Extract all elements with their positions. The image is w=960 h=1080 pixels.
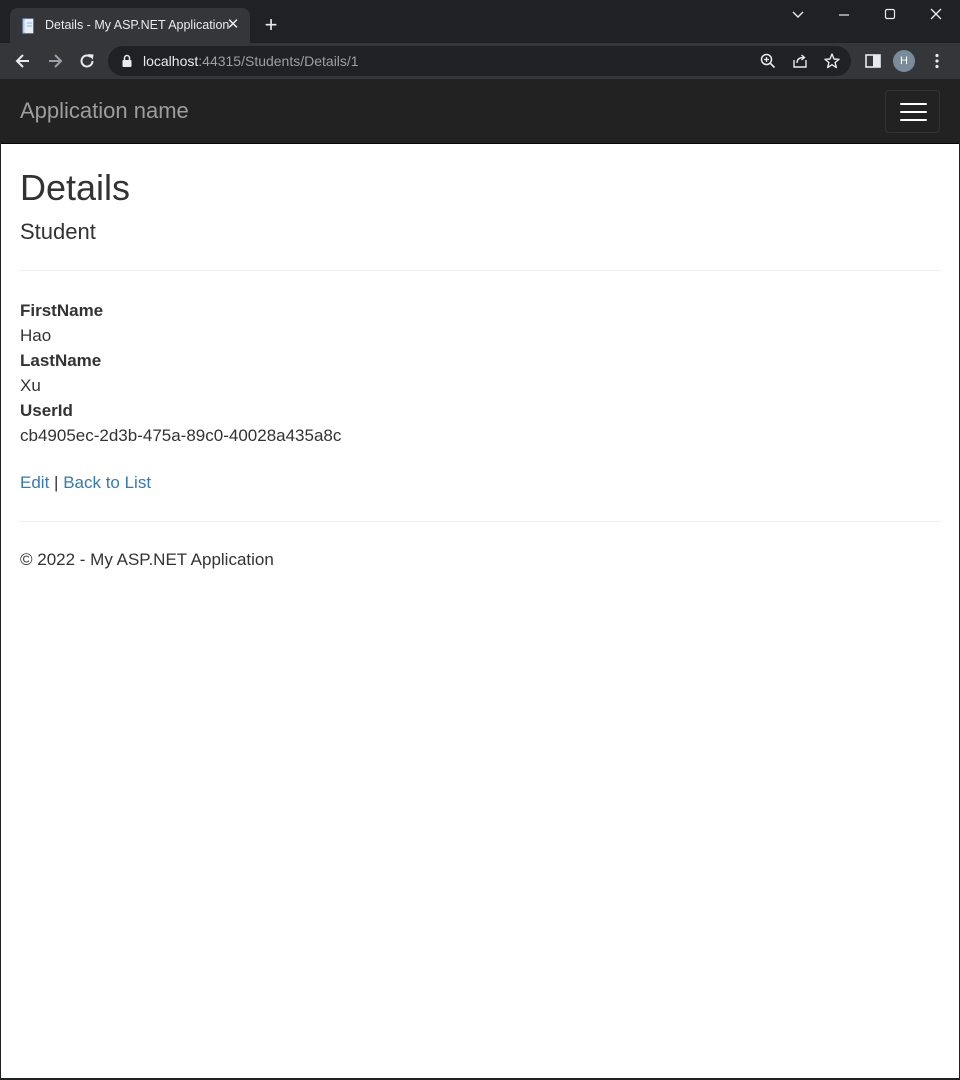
details-list: FirstName Hao LastName Xu UserId cb4905e… (20, 298, 341, 448)
hamburger-icon (900, 111, 927, 113)
address-bar[interactable]: localhost:44315/Students/Details/1 (108, 46, 851, 76)
link-separator: | (54, 473, 59, 492)
field-label: UserId (20, 401, 73, 420)
field-label: FirstName (20, 301, 104, 320)
close-tab-icon[interactable]: ✕ (224, 16, 242, 34)
browser-window: Details - My ASP.NET Application ✕ + loc… (0, 0, 960, 1080)
lock-icon[interactable] (121, 54, 133, 68)
browser-tab[interactable]: Details - My ASP.NET Application ✕ (10, 8, 250, 43)
share-icon[interactable] (791, 52, 809, 70)
forward-arrow-icon[interactable] (45, 51, 65, 71)
divider (20, 521, 940, 522)
field-label: LastName (20, 351, 102, 370)
zoom-icon[interactable] (759, 52, 777, 70)
page-title: Details (20, 167, 131, 208)
action-links: Edit | Back to List (20, 473, 151, 493)
site-navbar: Application name (1, 79, 959, 144)
page-viewport: Application name Details Student FirstNa… (1, 79, 959, 1078)
url-text: localhost:44315/Students/Details/1 (143, 53, 359, 69)
chevron-down-icon[interactable] (790, 6, 806, 22)
edit-link[interactable]: Edit (20, 473, 49, 492)
page-subtitle: Student (20, 219, 96, 244)
hamburger-icon (900, 119, 927, 121)
navbar-toggle-button[interactable] (885, 90, 940, 133)
side-panel-icon[interactable] (863, 51, 883, 71)
reload-icon[interactable] (77, 51, 97, 71)
minimize-icon[interactable] (836, 6, 852, 22)
field-value: Hao (20, 326, 52, 345)
new-tab-icon[interactable]: + (260, 14, 282, 37)
browser-toolbar: localhost:44315/Students/Details/1 (0, 43, 960, 79)
bookmark-star-icon[interactable] (823, 52, 841, 70)
tab-strip: Details - My ASP.NET Application ✕ + (0, 0, 960, 43)
field-value: Xu (20, 376, 41, 395)
page-icon (22, 18, 34, 34)
field-value: cb4905ec-2d3b-475a-89c0-40028a435a8c (20, 426, 342, 445)
profile-avatar[interactable]: H (893, 50, 915, 72)
page-footer: © 2022 - My ASP.NET Application (20, 550, 274, 569)
back-to-list-link[interactable]: Back to List (63, 473, 151, 492)
navbar-brand[interactable]: Application name (20, 98, 189, 124)
more-options-icon[interactable] (927, 51, 947, 71)
tab-title: Details - My ASP.NET Application (45, 18, 230, 32)
maximize-icon[interactable] (882, 6, 898, 22)
close-window-icon[interactable] (928, 6, 944, 22)
divider (20, 270, 940, 271)
back-arrow-icon[interactable] (13, 51, 33, 71)
hamburger-icon (900, 103, 927, 105)
